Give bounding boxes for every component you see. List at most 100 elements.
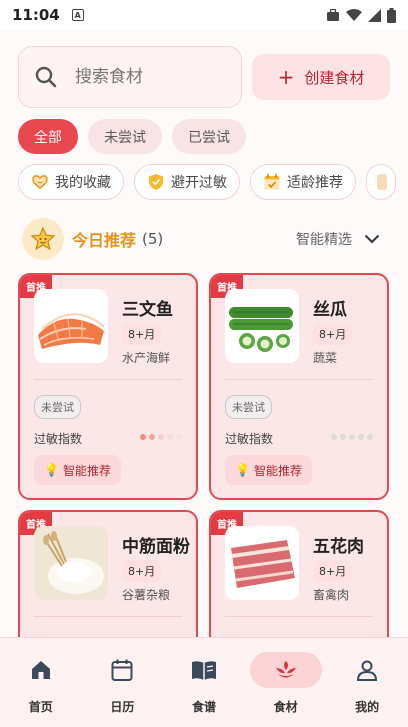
nav-profile[interactable]: 我的 xyxy=(332,652,402,715)
create-ingredient-label: 创建食材 xyxy=(304,68,365,87)
ingredient-card-luffa[interactable]: 首推 丝瓜 8+月 蔬菜 未尝试 过敏指数 � xyxy=(209,273,389,500)
ingredient-name: 五花肉 xyxy=(313,537,364,557)
ingredient-category: 畜禽肉 xyxy=(313,588,350,602)
age-badge: 8+月 xyxy=(313,560,353,582)
age-badge: 8+月 xyxy=(313,323,353,345)
nav-home[interactable]: 首页 xyxy=(6,652,76,715)
book-icon xyxy=(191,661,216,680)
allergy-dot xyxy=(140,434,146,440)
ingredient-name: 三文鱼 xyxy=(122,300,173,320)
nav-icon-wrap xyxy=(331,652,403,688)
nav-icon-wrap xyxy=(249,652,322,688)
chip-favorites-label: 我的收藏 xyxy=(55,175,111,191)
ingredients-page: 11:04 A + 创建食材 全部 未尝试 已尝试 我的收藏 避开过敏 xyxy=(0,0,408,727)
ingredient-category: 蔬菜 xyxy=(313,351,338,365)
bottom-navigation: 首页 日历 食谱 食材 我的 xyxy=(0,637,408,727)
ingredient-name: 丝瓜 xyxy=(313,300,347,320)
allergy-dot xyxy=(367,434,373,440)
nav-calendar[interactable]: 日历 xyxy=(87,652,157,715)
today-recommend-title: 今日推荐 xyxy=(72,231,137,250)
nav-icon-wrap xyxy=(168,652,240,688)
pork-image xyxy=(225,526,299,600)
smart-recommend-label: 智能推荐 xyxy=(62,463,111,478)
chip-age-recommend[interactable]: 适龄推荐 xyxy=(250,164,356,200)
calendar-icon xyxy=(111,659,133,681)
ingredient-icon xyxy=(275,661,296,678)
battery-icon xyxy=(387,7,396,23)
nav-ingredients-label: 食材 xyxy=(273,700,298,714)
age-badge: 8+月 xyxy=(122,560,162,582)
nav-recipes[interactable]: 食谱 xyxy=(169,652,239,715)
nav-home-label: 首页 xyxy=(28,700,53,714)
chip-favorites[interactable]: 我的收藏 xyxy=(18,164,124,200)
nav-recipes-label: 食谱 xyxy=(191,700,216,714)
search-icon xyxy=(35,66,57,88)
status-bar: 11:04 A xyxy=(0,0,408,30)
allergy-dot xyxy=(358,434,364,440)
ingredient-name: 中筋面粉 xyxy=(122,537,190,557)
filter-tabs: 全部 未尝试 已尝试 xyxy=(18,119,246,154)
chevron-down-icon[interactable] xyxy=(364,234,380,244)
today-recommend-header: 今日推荐 (5) 智能精选 xyxy=(22,218,388,260)
profile-icon xyxy=(357,660,378,681)
card-divider xyxy=(225,616,373,617)
tried-status-badge: 未尝试 xyxy=(225,395,272,419)
allergy-dot xyxy=(149,434,155,440)
nav-profile-label: 我的 xyxy=(355,700,380,714)
bulb-icon: 💡 xyxy=(235,463,250,477)
chip-avoid-allergy[interactable]: 避开过敏 xyxy=(134,164,240,200)
search-box[interactable] xyxy=(18,46,242,108)
shield-icon xyxy=(149,174,163,190)
nav-ingredients[interactable]: 食材 xyxy=(249,652,322,715)
allergy-dot xyxy=(167,434,173,440)
age-badge: 8+月 xyxy=(122,323,162,345)
star-badge xyxy=(22,218,64,260)
chip-avoid-allergy-label: 避开过敏 xyxy=(171,175,227,191)
quick-filter-chips: 我的收藏 避开过敏 适龄推荐 xyxy=(18,164,408,200)
allergy-index-label: 过敏指数 xyxy=(34,432,83,446)
allergy-index-dots xyxy=(331,434,373,440)
tab-all[interactable]: 全部 xyxy=(18,119,78,154)
allergy-dot xyxy=(176,434,182,440)
nav-icon-wrap xyxy=(86,652,158,688)
smart-recommend-tag[interactable]: 💡 智能推荐 xyxy=(225,455,312,485)
smart-select-dropdown[interactable]: 智能精选 xyxy=(296,229,352,249)
create-ingredient-button[interactable]: + 创建食材 xyxy=(252,54,390,100)
chip-age-recommend-label: 适龄推荐 xyxy=(287,175,343,191)
ingredient-category: 谷薯杂粮 xyxy=(122,588,171,602)
allergy-dot xyxy=(349,434,355,440)
tab-tried[interactable]: 已尝试 xyxy=(172,119,246,154)
nav-calendar-label: 日历 xyxy=(110,700,135,714)
allergy-dot xyxy=(158,434,164,440)
status-time: 11:04 xyxy=(12,6,60,24)
allergy-dot xyxy=(340,434,346,440)
heart-icon xyxy=(32,175,48,189)
briefcase-icon xyxy=(327,8,339,21)
allergy-index-label: 过敏指数 xyxy=(225,432,274,446)
flour-image xyxy=(34,526,108,600)
card-divider xyxy=(225,379,373,380)
smart-recommend-tag[interactable]: 💡 智能推荐 xyxy=(34,455,121,485)
status-icons xyxy=(326,7,396,23)
ingredient-card-salmon[interactable]: 首推 三文鱼 8+月 水产海鲜 未尝试 过敏指数 💡 智能推荐 xyxy=(18,273,198,500)
ingredient-category: 水产海鲜 xyxy=(122,351,171,365)
card-divider xyxy=(34,379,182,380)
nav-icon-wrap xyxy=(5,652,77,688)
chip-more-icon xyxy=(377,174,387,190)
salmon-image xyxy=(34,289,108,363)
card-divider xyxy=(34,616,182,617)
smart-recommend-label: 智能推荐 xyxy=(253,463,302,478)
signal-icon xyxy=(368,8,381,22)
calendar-icon xyxy=(264,174,280,190)
today-recommend-count: (5) xyxy=(142,230,164,248)
chip-more[interactable] xyxy=(366,164,396,200)
allergy-index-dots xyxy=(140,434,182,440)
allergy-dot xyxy=(331,434,337,440)
wifi-icon xyxy=(346,8,362,21)
star-icon xyxy=(30,226,56,251)
plus-icon: + xyxy=(277,65,295,89)
bulb-icon: 💡 xyxy=(44,463,59,477)
search-input[interactable] xyxy=(75,67,225,87)
home-icon xyxy=(31,661,50,679)
tab-untried[interactable]: 未尝试 xyxy=(88,119,162,154)
